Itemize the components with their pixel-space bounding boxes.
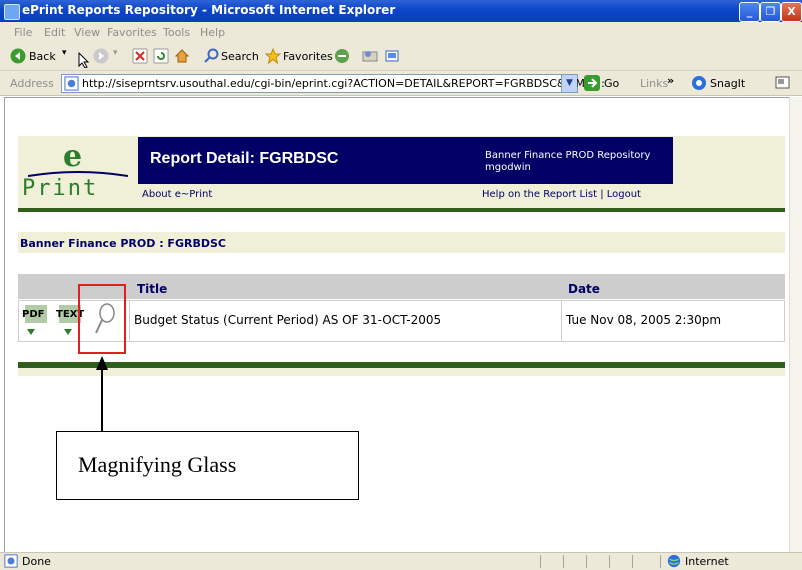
menu-view[interactable]: View xyxy=(74,26,100,39)
annotation-arrow-icon xyxy=(96,356,108,370)
forward-arrow-icon[interactable] xyxy=(93,48,109,64)
refresh-icon[interactable] xyxy=(153,48,169,64)
close-button[interactable]: X xyxy=(781,2,802,22)
security-zone-text: Internet xyxy=(685,555,729,568)
mail-icon[interactable] xyxy=(362,48,378,64)
pdf-format-label[interactable]: PDF xyxy=(22,309,44,320)
page-done-icon xyxy=(4,554,18,568)
text-download-arrow-icon xyxy=(64,329,72,335)
menu-edit[interactable]: Edit xyxy=(44,26,65,39)
about-eprint-link[interactable]: About e~Print xyxy=(142,189,212,200)
print-icon[interactable] xyxy=(384,48,400,64)
eprint-logo-e: e xyxy=(63,139,83,174)
maximize-button[interactable]: ❐ xyxy=(760,2,781,22)
pdf-download-arrow-icon xyxy=(27,329,35,335)
mouse-cursor-icon xyxy=(78,52,90,68)
status-text: Done xyxy=(22,555,51,568)
snagit-button[interactable]: SnagIt xyxy=(710,77,745,90)
links-label[interactable]: Links xyxy=(640,77,668,90)
back-arrow-icon[interactable] xyxy=(10,48,26,64)
search-icon[interactable] xyxy=(204,48,220,64)
status-bar xyxy=(0,552,802,570)
media-icon[interactable] xyxy=(334,48,350,64)
status-divider xyxy=(586,555,587,568)
menu-tools[interactable]: Tools xyxy=(163,26,190,39)
status-divider xyxy=(609,555,610,568)
menu-favorites[interactable]: Favorites xyxy=(107,26,157,39)
stop-icon[interactable] xyxy=(132,48,148,64)
menu-bar: File Edit View Favorites Tools Help xyxy=(0,22,802,61)
favorites-star-icon[interactable] xyxy=(265,48,281,64)
vertical-scrollbar[interactable] xyxy=(789,97,802,552)
window-title: ePrint Reports Repository - Microsoft In… xyxy=(22,3,396,17)
favorites-button[interactable]: Favorites xyxy=(283,50,333,63)
search-button[interactable]: Search xyxy=(221,50,259,63)
standard-toolbar: Back ▾ ▾ Search Favorites xyxy=(0,42,802,71)
footer-band xyxy=(18,368,785,376)
help-logout-links[interactable]: Help on the Report List | Logout xyxy=(482,189,641,200)
menu-file[interactable]: File xyxy=(14,26,32,39)
address-label: Address xyxy=(10,77,54,90)
column-divider xyxy=(561,300,562,342)
address-input[interactable]: http://siseprntsrv.usouthal.edu/cgi-bin/… xyxy=(61,74,605,93)
back-dropdown-icon[interactable]: ▾ xyxy=(62,48,67,58)
menu-help[interactable]: Help xyxy=(200,26,225,39)
address-bar: Address http://siseprntsrv.usouthal.edu/… xyxy=(0,71,802,96)
report-title-cell[interactable]: Budget Status (Current Period) AS OF 31-… xyxy=(134,313,441,327)
home-icon[interactable] xyxy=(174,48,190,64)
page-title: Report Detail: FGRBDSC xyxy=(150,150,339,167)
go-button[interactable]: Go xyxy=(604,77,619,90)
annotation-arrow-line xyxy=(101,369,103,431)
report-date-cell: Tue Nov 08, 2005 2:30pm xyxy=(566,313,722,327)
annotation-label: Magnifying Glass xyxy=(78,452,237,477)
minimize-button[interactable]: _ xyxy=(739,2,760,22)
snagit-capture-icon[interactable] xyxy=(775,75,791,91)
eprint-logo-print: Print xyxy=(22,176,99,201)
snagit-icon[interactable] xyxy=(691,75,707,91)
table-header xyxy=(18,274,785,299)
status-divider xyxy=(660,555,661,568)
forward-dropdown-icon[interactable]: ▾ xyxy=(113,48,118,58)
highlight-box xyxy=(78,284,126,354)
internet-globe-icon xyxy=(667,554,681,568)
address-dropdown-icon[interactable]: ▼ xyxy=(561,75,577,92)
status-divider xyxy=(563,555,564,568)
column-header-title: Title xyxy=(137,282,168,296)
user-name: mgodwin xyxy=(485,162,531,173)
ie-page-icon xyxy=(64,76,79,91)
column-header-date: Date xyxy=(568,282,600,296)
go-arrow-icon[interactable] xyxy=(584,75,600,91)
status-divider xyxy=(540,555,541,568)
status-divider xyxy=(632,555,633,568)
window-titlebar: ePrint Reports Repository - Microsoft In… xyxy=(0,0,802,22)
links-more-icon[interactable]: » xyxy=(667,74,674,87)
repository-name: Banner Finance PROD Repository xyxy=(485,150,651,161)
back-button[interactable]: Back xyxy=(29,50,56,63)
ie-app-icon xyxy=(4,4,20,20)
header-divider xyxy=(18,208,785,212)
breadcrumb: Banner Finance PROD : FGRBDSC xyxy=(20,237,226,250)
column-divider xyxy=(129,300,130,342)
address-url[interactable]: http://siseprntsrv.usouthal.edu/cgi-bin/… xyxy=(82,77,605,90)
